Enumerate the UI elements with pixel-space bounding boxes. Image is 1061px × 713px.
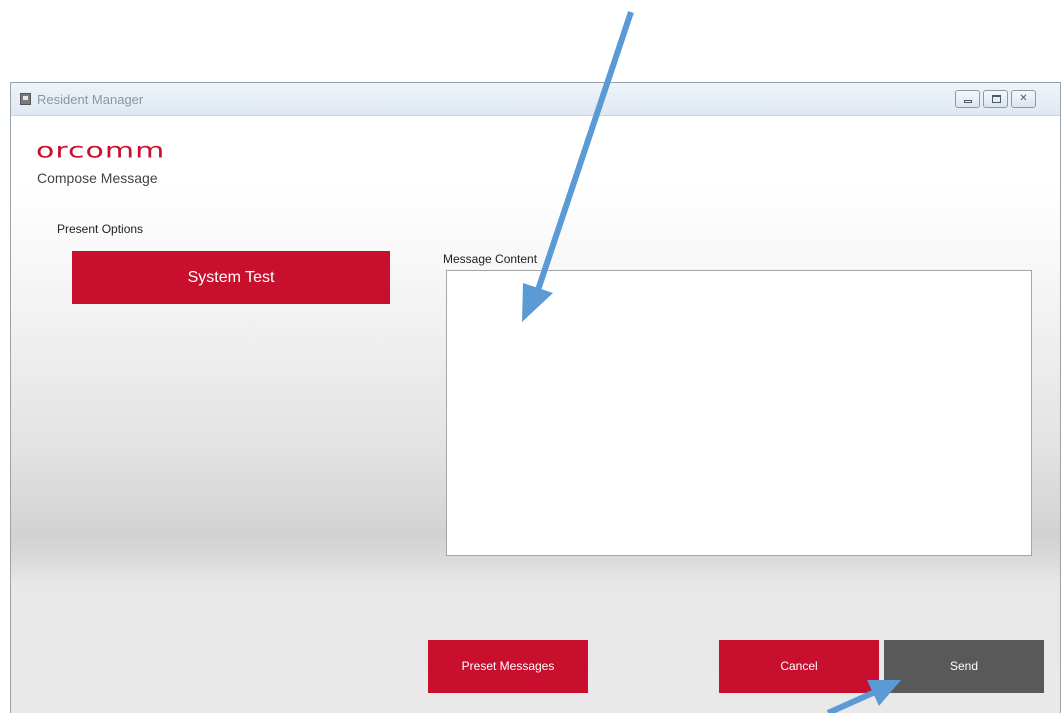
message-content-textarea[interactable]	[446, 270, 1032, 556]
compose-message-panel: orcomm Compose Message Present Options S…	[11, 116, 1060, 713]
close-button[interactable]: ✕	[1011, 90, 1036, 108]
present-options-label: Present Options	[57, 222, 144, 236]
page-subtitle: Compose Message	[37, 170, 158, 186]
app-icon	[20, 93, 31, 105]
system-test-button[interactable]: System Test	[72, 251, 390, 304]
message-content-label: Message Content	[443, 252, 538, 266]
screenshot-stage: Resident Manager ✕ orcomm Compose Messag…	[0, 0, 1061, 713]
preset-messages-button[interactable]: Preset Messages	[428, 640, 588, 693]
send-button[interactable]: Send	[884, 640, 1044, 693]
window-title: Resident Manager	[37, 92, 144, 107]
title-bar[interactable]: Resident Manager ✕	[11, 83, 1060, 116]
minimize-button[interactable]	[955, 90, 980, 108]
cancel-button[interactable]: Cancel	[719, 640, 879, 693]
orcomm-logo: orcomm	[36, 137, 166, 164]
app-window: Resident Manager ✕ orcomm Compose Messag…	[10, 82, 1061, 713]
maximize-button[interactable]	[983, 90, 1008, 108]
